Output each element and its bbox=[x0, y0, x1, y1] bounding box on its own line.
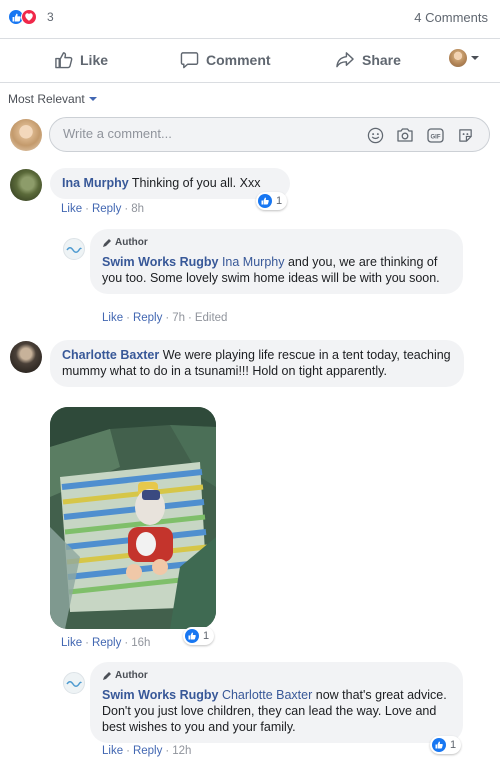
reply-timestamp[interactable]: 7h bbox=[172, 312, 185, 324]
reaction-count[interactable]: 3 bbox=[47, 10, 54, 24]
reply-like-link[interactable]: Like bbox=[102, 745, 123, 757]
comment-like-link[interactable]: Like bbox=[61, 637, 82, 649]
comment-meta: Like · Reply · 8h bbox=[61, 203, 144, 215]
divider bbox=[0, 38, 500, 39]
comment-bubble: Ina Murphy Thinking of you all. Xxx bbox=[50, 168, 290, 199]
current-user-avatar bbox=[10, 119, 42, 151]
svg-text:GIF: GIF bbox=[430, 134, 440, 140]
comment-reply-link[interactable]: Reply bbox=[92, 637, 121, 649]
reply-reply-link[interactable]: Reply bbox=[133, 312, 162, 324]
reply-reply-link[interactable]: Reply bbox=[133, 745, 162, 757]
thumbs-up-icon bbox=[54, 51, 73, 69]
reaction-count-value: 1 bbox=[203, 630, 210, 642]
love-reaction-icon bbox=[21, 9, 37, 25]
comment-photo[interactable] bbox=[50, 407, 216, 629]
comment-like-link[interactable]: Like bbox=[61, 203, 82, 215]
like-button-label: Like bbox=[80, 52, 109, 68]
post-as-selector[interactable] bbox=[449, 49, 479, 67]
reaction-summary[interactable] bbox=[8, 9, 37, 25]
swim-logo-icon bbox=[66, 681, 82, 687]
comments-count-link[interactable]: 4 Comments bbox=[414, 10, 488, 25]
emoji-icon[interactable] bbox=[366, 126, 384, 144]
author-badge-label: Author bbox=[115, 237, 148, 248]
author-badge-label: Author bbox=[115, 670, 148, 681]
page-avatar bbox=[449, 49, 467, 67]
page-avatar[interactable] bbox=[63, 238, 85, 260]
divider bbox=[0, 82, 500, 83]
author-badge: Author bbox=[102, 235, 451, 251]
comment-author[interactable]: Charlotte Baxter bbox=[62, 348, 159, 362]
reply-author[interactable]: Swim Works Rugby bbox=[102, 688, 218, 702]
commenter-avatar[interactable] bbox=[10, 169, 42, 201]
pencil-icon bbox=[103, 672, 111, 680]
sort-dropdown[interactable]: Most Relevant bbox=[8, 92, 97, 106]
reply-timestamp[interactable]: 12h bbox=[172, 745, 191, 757]
reaction-count-value: 1 bbox=[450, 739, 457, 751]
comment-timestamp[interactable]: 8h bbox=[131, 203, 144, 215]
like-button[interactable]: Like bbox=[54, 48, 108, 72]
chevron-down-icon bbox=[471, 56, 479, 60]
comment-bubble-icon bbox=[180, 51, 199, 69]
comment-reply-link[interactable]: Reply bbox=[92, 203, 121, 215]
page-avatar[interactable] bbox=[63, 672, 85, 694]
sort-label: Most Relevant bbox=[8, 92, 85, 106]
photo-image bbox=[50, 407, 216, 629]
author-badge: Author bbox=[102, 668, 451, 684]
comment-timestamp[interactable]: 16h bbox=[131, 637, 150, 649]
reply-mention[interactable]: Charlotte Baxter bbox=[222, 688, 312, 702]
comment-meta: Like · Reply · 16h bbox=[61, 637, 151, 649]
like-reaction-icon bbox=[185, 629, 199, 643]
reply-bubble: Author Swim Works Rugby Charlotte Baxter… bbox=[90, 662, 463, 743]
reply-author[interactable]: Swim Works Rugby bbox=[102, 255, 218, 269]
pencil-icon bbox=[103, 239, 111, 247]
share-button-label: Share bbox=[362, 52, 401, 68]
comment-button-label: Comment bbox=[206, 52, 271, 68]
reaction-count-value: 1 bbox=[276, 195, 283, 207]
gif-icon[interactable]: GIF bbox=[426, 126, 444, 144]
reply-meta: Like · Reply · 12h bbox=[102, 745, 192, 757]
comment-reaction-count[interactable]: 1 bbox=[183, 627, 215, 645]
chevron-down-icon bbox=[88, 97, 97, 101]
share-button[interactable]: Share bbox=[335, 48, 401, 72]
sticker-icon[interactable] bbox=[456, 126, 474, 144]
reply-meta: Like · Reply · 7h · Edited bbox=[102, 312, 228, 324]
comment-reaction-count[interactable]: 1 bbox=[256, 192, 288, 210]
edited-label[interactable]: Edited bbox=[195, 312, 228, 324]
comment-author[interactable]: Ina Murphy bbox=[62, 176, 129, 190]
like-reaction-icon bbox=[432, 738, 446, 752]
share-arrow-icon bbox=[335, 51, 355, 69]
like-reaction-icon bbox=[258, 194, 272, 208]
camera-icon[interactable] bbox=[396, 126, 414, 144]
reply-bubble: Author Swim Works Rugby Ina Murphy and y… bbox=[90, 229, 463, 294]
swim-logo-icon bbox=[66, 247, 82, 253]
comment-composer[interactable]: GIF bbox=[49, 117, 490, 152]
reply-like-link[interactable]: Like bbox=[102, 312, 123, 324]
reply-reaction-count[interactable]: 1 bbox=[430, 736, 462, 754]
comment-button[interactable]: Comment bbox=[180, 48, 271, 72]
comment-text: Thinking of you all. Xxx bbox=[131, 176, 261, 190]
commenter-avatar[interactable] bbox=[10, 341, 42, 373]
comment-input[interactable] bbox=[63, 126, 313, 141]
comment-bubble: Charlotte Baxter We were playing life re… bbox=[50, 340, 464, 387]
reply-mention[interactable]: Ina Murphy bbox=[222, 255, 285, 269]
